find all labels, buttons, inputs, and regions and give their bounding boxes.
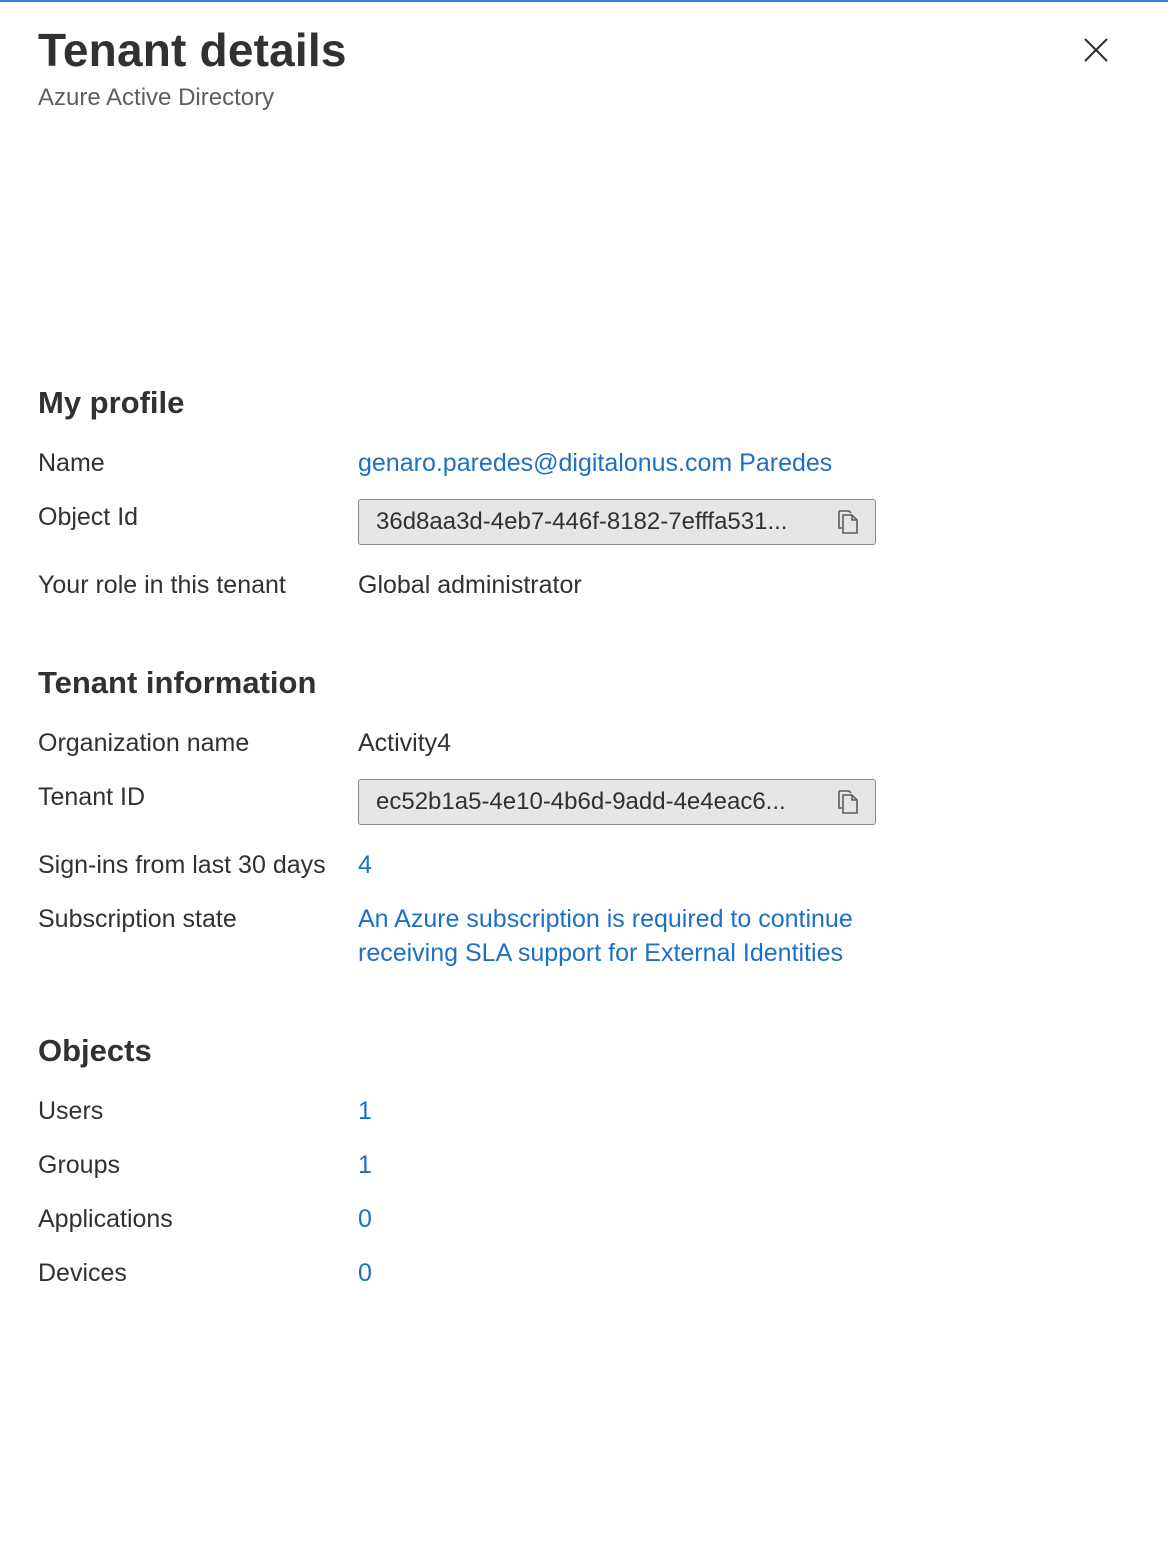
organization-name-label: Organization name	[38, 729, 250, 757]
section-heading-my-profile: My profile	[38, 385, 185, 420]
devices-label: Devices	[38, 1259, 127, 1287]
groups-count-link[interactable]: 1	[358, 1149, 372, 1181]
object-id-value[interactable]: 36d8aa3d-4eb7-446f-8182-7efffa531...	[359, 507, 823, 537]
signins-link[interactable]: 4	[358, 849, 372, 881]
tenant-id-label: Tenant ID	[38, 783, 146, 811]
signins-label: Sign-ins from last 30 days	[38, 851, 326, 879]
name-label: Name	[38, 449, 105, 477]
copy-icon	[838, 510, 858, 534]
object-id-field: 36d8aa3d-4eb7-446f-8182-7efffa531...	[358, 499, 876, 545]
tenant-id-field: ec52b1a5-4e10-4b6d-9add-4e4eac6...	[358, 779, 876, 825]
copy-icon	[838, 790, 858, 814]
panel-top-border	[0, 0, 1168, 2]
object-id-label: Object Id	[38, 503, 139, 531]
panel-title: Tenant details	[38, 24, 347, 76]
role-label: Your role in this tenant	[38, 571, 286, 599]
role-value: Global administrator	[358, 571, 582, 599]
section-heading-tenant-information: Tenant information	[38, 665, 317, 700]
subscription-state-link[interactable]: An Azure subscription is required to con…	[358, 902, 918, 970]
section-heading-objects: Objects	[38, 1033, 152, 1068]
name-link[interactable]: genaro.paredes@digitalonus.com Paredes	[358, 447, 832, 479]
close-button[interactable]	[1076, 30, 1116, 70]
panel-subtitle: Azure Active Directory	[38, 84, 275, 111]
groups-label: Groups	[38, 1151, 120, 1179]
tenant-id-value[interactable]: ec52b1a5-4e10-4b6d-9add-4e4eac6...	[359, 787, 823, 817]
users-label: Users	[38, 1097, 104, 1125]
close-icon	[1084, 38, 1108, 62]
organization-name-value: Activity4	[358, 729, 452, 757]
users-count-link[interactable]: 1	[358, 1095, 372, 1127]
subscription-state-label: Subscription state	[38, 905, 237, 933]
devices-count-link[interactable]: 0	[358, 1257, 372, 1289]
applications-count-link[interactable]: 0	[358, 1203, 372, 1235]
copy-object-id-button[interactable]	[833, 507, 863, 537]
copy-tenant-id-button[interactable]	[833, 787, 863, 817]
applications-label: Applications	[38, 1205, 173, 1233]
